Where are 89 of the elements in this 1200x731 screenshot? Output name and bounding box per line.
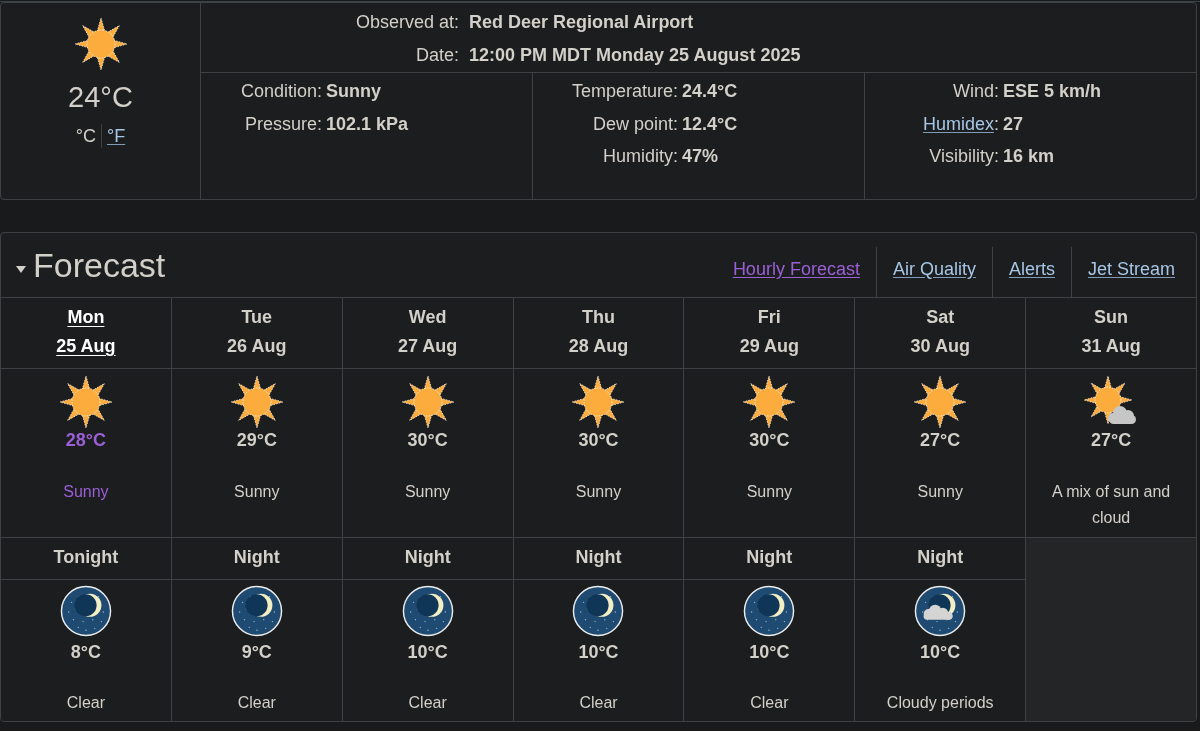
day-date: 26 Aug xyxy=(227,335,287,358)
temperature-text: 9°C xyxy=(241,641,272,663)
day-name: Sun xyxy=(1094,306,1129,329)
forecast-link[interactable]: Jet Stream xyxy=(1087,255,1175,283)
section-title: Forecast xyxy=(33,245,166,285)
condition-text: A mix of sun and cloud xyxy=(1050,482,1172,528)
condition-text: Clear xyxy=(237,693,276,713)
moon-cloud-icon xyxy=(914,585,967,637)
temperature-text: 8°C xyxy=(70,641,102,663)
field-value: 27 xyxy=(1003,112,1025,136)
field-label: Pressure: xyxy=(244,112,322,136)
colon-text: : xyxy=(994,113,999,134)
temperature-text: 27°C xyxy=(1090,429,1132,451)
temperature-text: 10°C xyxy=(920,641,961,663)
day-date: 31 Aug xyxy=(1081,335,1141,358)
day-name: Fri xyxy=(757,306,781,329)
field-value: 102.1 kPa xyxy=(326,112,410,136)
sun-icon xyxy=(58,375,113,429)
condition-text: Sunny xyxy=(404,482,451,502)
forecast-link[interactable]: Air Quality xyxy=(892,255,976,283)
night-label: Night xyxy=(233,546,280,569)
temperature-text: 29°C xyxy=(236,429,277,451)
day-date: 28 Aug xyxy=(568,335,629,358)
condition-text: Clear xyxy=(750,693,789,713)
field-value: Sunny xyxy=(326,80,382,103)
field-value: ESE 5 km/h xyxy=(1003,80,1103,103)
moon-icon xyxy=(401,585,454,637)
unit-label: °C xyxy=(74,125,97,148)
field-value: 16 km xyxy=(1003,145,1056,168)
field-value: 12:00 PM MDT Monday 25 August 2025 xyxy=(469,44,802,67)
condition-text: Clear xyxy=(408,693,447,713)
condition-text: Clear xyxy=(66,693,106,713)
temperature-text: 10°C xyxy=(749,641,790,663)
condition-text: Sunny xyxy=(746,482,793,502)
field-label: Dew point: xyxy=(592,112,678,136)
field-value: 47% xyxy=(682,145,720,168)
condition-text: Sunny xyxy=(575,482,622,502)
night-label: Night xyxy=(746,546,793,569)
field-value: Red Deer Regional Airport xyxy=(469,11,695,34)
night-label: Night xyxy=(917,546,964,569)
day-date: 29 Aug xyxy=(739,335,799,358)
temperature-text: 10°C xyxy=(407,641,448,663)
sun-icon xyxy=(73,17,128,71)
day-name: Sat xyxy=(926,306,955,329)
temperature-text: 27°C xyxy=(920,429,961,451)
moon-icon xyxy=(59,585,112,637)
day-name: Tue xyxy=(241,306,273,329)
humidex-link[interactable]: Humidex xyxy=(922,113,994,134)
sun-icon xyxy=(913,375,968,429)
field-label: Wind: xyxy=(953,80,999,103)
forecast-link[interactable]: Hourly Forecast xyxy=(732,255,860,283)
night-label: Night xyxy=(575,546,622,569)
moon-icon xyxy=(572,585,625,637)
moon-icon xyxy=(230,585,283,637)
sun-icon xyxy=(229,375,284,429)
field-label: Condition: xyxy=(240,80,322,103)
temperature-text: 30°C xyxy=(407,429,448,451)
day-date: 30 Aug xyxy=(910,335,970,358)
field-label: Humidity: xyxy=(603,145,678,168)
day-date: 27 Aug xyxy=(397,335,458,358)
night-label: Tonight xyxy=(53,546,119,569)
day-date[interactable]: 25 Aug xyxy=(56,332,116,361)
field-value: 24.4°C xyxy=(682,80,739,103)
unit-link[interactable]: °F xyxy=(101,124,131,148)
day-name[interactable]: Mon xyxy=(67,303,105,332)
field-label: Date: xyxy=(414,44,459,67)
night-label: Night xyxy=(404,546,451,569)
temperature-text: 28°C xyxy=(65,429,107,451)
day-name: Wed xyxy=(408,306,447,329)
caret-icon[interactable] xyxy=(16,264,26,274)
moon-icon xyxy=(743,585,796,637)
temperature-text: 30°C xyxy=(578,429,619,451)
sun-icon xyxy=(571,375,626,429)
condition-text: Cloudy periods xyxy=(886,693,994,713)
sun-icon xyxy=(742,375,797,429)
forecast-link[interactable]: Alerts xyxy=(1008,255,1055,283)
condition-text: Sunny xyxy=(234,482,280,502)
condition-text: Sunny xyxy=(917,482,963,502)
day-name: Thu xyxy=(582,306,615,329)
temperature-text: 30°C xyxy=(749,429,790,451)
field-value: 12.4°C xyxy=(682,112,739,136)
condition-text: Sunny xyxy=(63,482,109,502)
field-label: Visibility: xyxy=(929,145,999,168)
sun-icon xyxy=(400,375,455,429)
temperature-text: 10°C xyxy=(578,641,619,663)
field-label: Observed at: xyxy=(354,11,459,34)
current-temperature: 24°C xyxy=(68,80,133,115)
field-label: Temperature: xyxy=(571,80,678,103)
condition-text: Clear xyxy=(579,693,618,713)
